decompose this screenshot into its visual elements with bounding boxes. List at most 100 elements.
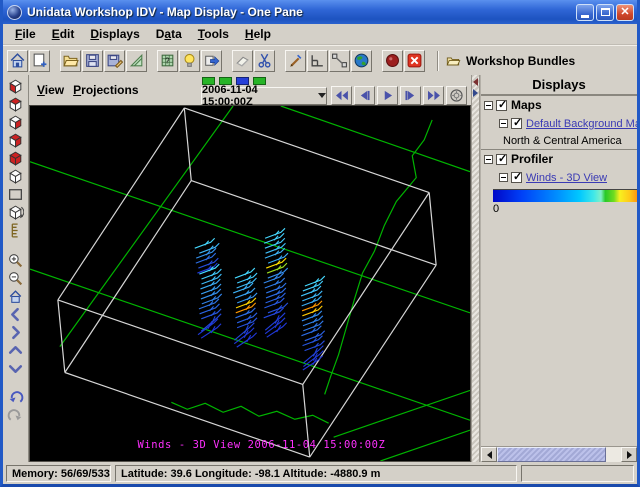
collapse-toggle-icon[interactable] <box>484 155 493 164</box>
ruler-button[interactable] <box>6 221 25 239</box>
scroll-left-button[interactable] <box>481 447 497 462</box>
menu-data[interactable]: Data <box>148 25 190 43</box>
workshop-bundles-label: Workshop Bundles <box>466 54 575 68</box>
collapse-toggle-icon[interactable] <box>499 173 508 182</box>
close-button[interactable]: ✕ <box>616 4 634 21</box>
panel-splitter[interactable] <box>471 75 480 462</box>
cube-1-icon <box>7 78 24 95</box>
tip-icon <box>181 52 198 69</box>
pan-down-button[interactable] <box>6 359 25 377</box>
visibility-checkbox[interactable] <box>511 118 522 129</box>
displays-group-maps[interactable]: Maps <box>481 95 637 114</box>
workshop-bundles-menu[interactable]: Workshop Bundles <box>445 54 575 68</box>
cube-1-button[interactable] <box>6 77 25 95</box>
memory-status: Memory: 56/69/533 MB <box>6 465 111 482</box>
play-button[interactable] <box>377 86 398 105</box>
record-button[interactable] <box>382 50 403 72</box>
displays-group-profiler[interactable]: Profiler <box>481 149 637 168</box>
record-icon <box>384 52 401 69</box>
visibility-checkbox[interactable] <box>511 172 522 183</box>
winds-colorbar[interactable] <box>493 189 637 202</box>
cube-4-button[interactable] <box>6 131 25 149</box>
home-button[interactable] <box>7 50 28 72</box>
menu-help[interactable]: Help <box>237 25 279 43</box>
visibility-checkbox[interactable] <box>496 100 507 111</box>
axis-icon <box>309 52 326 69</box>
line-probe-button[interactable] <box>329 50 350 72</box>
undo-button[interactable] <box>6 389 25 407</box>
station-plot-button[interactable] <box>285 50 306 72</box>
scroll-right-button[interactable] <box>621 447 637 462</box>
menu-view[interactable]: View <box>37 83 73 97</box>
globe-button[interactable] <box>351 50 372 72</box>
open-icon <box>62 52 79 69</box>
toolbar-group <box>382 50 426 72</box>
cursor-position-status: Latitude: 39.6 Longitude: -98.1 Altitude… <box>115 465 517 482</box>
step-back-button[interactable] <box>354 86 375 105</box>
menu-file[interactable]: File <box>7 25 44 43</box>
new-display-button[interactable] <box>29 50 50 72</box>
ruler-icon <box>7 222 24 239</box>
home-view-button[interactable] <box>6 287 25 305</box>
menu-displays[interactable]: Displays <box>82 25 147 43</box>
begin-button[interactable] <box>331 86 352 105</box>
minimize-button[interactable] <box>576 4 594 21</box>
rotate-button[interactable] <box>6 203 25 221</box>
menu-projections[interactable]: Projections <box>73 83 147 97</box>
cube-6-button[interactable] <box>6 167 25 185</box>
save-as-button[interactable] <box>104 50 125 72</box>
display-item-row: Default Background Ma... <box>481 114 637 133</box>
tip-button[interactable] <box>179 50 200 72</box>
maximize-button[interactable] <box>596 4 614 21</box>
cube-3-button[interactable] <box>6 113 25 131</box>
save-button[interactable] <box>82 50 103 72</box>
idv-window: Unidata Workshop IDV - Map Display - One… <box>0 0 640 487</box>
square-button[interactable] <box>6 185 25 203</box>
pan-right-button[interactable] <box>6 323 25 341</box>
zoom-out-button[interactable] <box>6 269 25 287</box>
collapse-toggle-icon[interactable] <box>484 101 493 110</box>
panel-horizontal-scrollbar[interactable] <box>481 446 637 462</box>
scrollbar-track[interactable] <box>606 447 621 462</box>
pan-left-button[interactable] <box>6 305 25 323</box>
menu-tools[interactable]: Tools <box>190 25 237 43</box>
menu-edit[interactable]: Edit <box>44 25 83 43</box>
collapse-toggle-icon[interactable] <box>499 119 508 128</box>
toolbar-separator <box>437 51 439 71</box>
time-combobox[interactable]: 2006-11-04 15:00:00Z <box>201 87 327 105</box>
export-button[interactable] <box>201 50 222 72</box>
cube-5-icon <box>7 150 24 167</box>
end-icon <box>427 90 440 101</box>
visibility-checkbox[interactable] <box>496 154 507 165</box>
redo-button[interactable] <box>6 407 25 425</box>
scrollbar-thumb[interactable] <box>497 447 606 462</box>
field-selector-button[interactable]: ? <box>157 50 178 72</box>
collapse-left-icon[interactable] <box>473 78 478 86</box>
cube-2-button[interactable] <box>6 95 25 113</box>
view-menu-bar: ViewProjections 2006-11-04 15:00:00Z <box>29 75 471 105</box>
line-probe-icon <box>331 52 348 69</box>
pan-right-icon <box>7 324 24 341</box>
content-area: ViewProjections 2006-11-04 15:00:00Z Win… <box>3 75 637 462</box>
drawing-button[interactable] <box>126 50 147 72</box>
cube-5-button[interactable] <box>6 149 25 167</box>
zoom-in-button[interactable] <box>6 251 25 269</box>
axis-button[interactable] <box>307 50 328 72</box>
display-link[interactable]: Default Background Ma... <box>526 118 637 130</box>
display-detail-text: 0 <box>493 203 637 215</box>
title-bar[interactable]: Unidata Workshop IDV - Map Display - One… <box>3 0 637 24</box>
pan-up-button[interactable] <box>6 341 25 359</box>
map-display-3d-view[interactable]: Winds - 3D View 2006-11-04 15:00:00Z <box>29 105 471 462</box>
time-row: 2006-11-04 15:00:00Z <box>201 86 469 105</box>
display-link[interactable]: Winds - 3D View <box>526 172 607 184</box>
properties-button[interactable] <box>446 86 467 105</box>
collapse-right-icon[interactable] <box>473 89 478 97</box>
eraser-button[interactable] <box>232 50 253 72</box>
open-button[interactable] <box>60 50 81 72</box>
stop-button[interactable] <box>404 50 425 72</box>
folder-icon <box>445 54 461 68</box>
end-button[interactable] <box>423 86 444 105</box>
zoom-out-icon <box>7 270 24 287</box>
step-forward-button[interactable] <box>400 86 421 105</box>
cut-button[interactable] <box>254 50 275 72</box>
